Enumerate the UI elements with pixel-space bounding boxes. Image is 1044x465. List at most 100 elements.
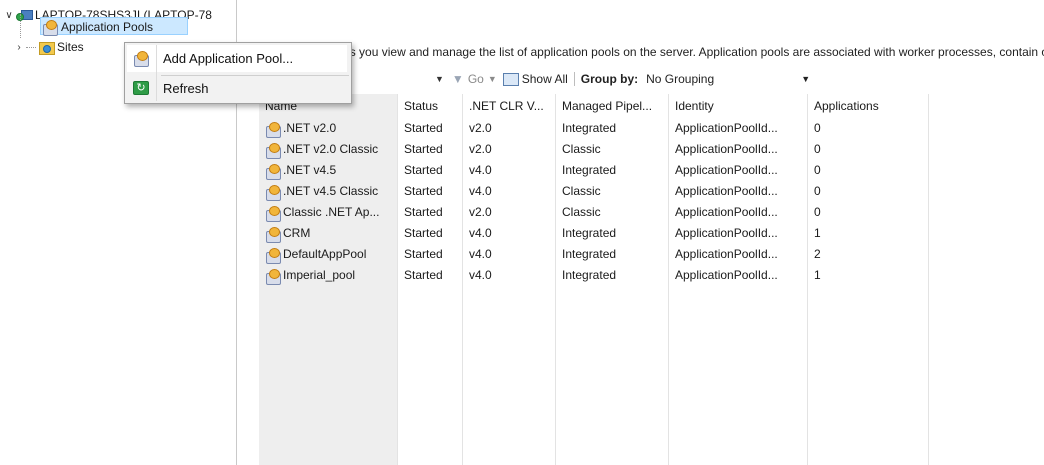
application-pool-icon — [265, 205, 281, 222]
cell-status: Started — [404, 268, 443, 282]
cell-name: .NET v2.0 — [265, 118, 397, 139]
cell-identity: ApplicationPoolId... — [675, 184, 778, 198]
cell-managed-pipeline: Classic — [562, 205, 601, 219]
cell-applications: 0 — [814, 184, 821, 198]
application-pool-icon — [265, 247, 281, 264]
filter-funnel-icon: ▼ — [451, 72, 464, 86]
sites-icon — [38, 40, 55, 55]
cell-status: Started — [404, 142, 443, 156]
column-header-identity[interactable]: Identity — [675, 97, 807, 115]
cell-status: Started — [404, 247, 443, 261]
tree-connector-dots — [26, 46, 36, 48]
tree-node-application-pools[interactable]: Application Pools — [42, 18, 153, 36]
application-pool-icon — [265, 163, 281, 180]
menu-item-refresh[interactable]: ↻ Refresh — [125, 74, 351, 102]
cell-status: Started — [404, 121, 443, 135]
menu-item-label-refresh: Refresh — [163, 80, 209, 96]
cell-managed-pipeline: Integrated — [562, 268, 617, 282]
go-button[interactable]: Go — [468, 72, 484, 86]
tree-node-sites[interactable]: › Sites — [14, 38, 84, 56]
application-pools-panel: This page lets you view and manage the l… — [237, 0, 1044, 465]
cell-identity: ApplicationPoolId... — [675, 163, 778, 177]
cell-applications: 0 — [814, 163, 821, 177]
cell-clr-version: v2.0 — [469, 121, 492, 135]
cell-identity: ApplicationPoolId... — [675, 121, 778, 135]
application-pool-icon — [265, 226, 281, 243]
page-description: This page lets you view and manage the l… — [281, 45, 1044, 59]
cell-name: .NET v4.5 — [265, 160, 397, 181]
cell-applications: 2 — [814, 247, 821, 261]
cell-status: Started — [404, 226, 443, 240]
application-pools-table: Name Status .NET CLR V... Managed Pipel.… — [259, 94, 1044, 465]
cell-applications: 0 — [814, 142, 821, 156]
column-header-managed-pipeline[interactable]: Managed Pipel... — [562, 97, 668, 115]
cell-name: CRM — [265, 223, 397, 244]
tree-connector — [20, 14, 35, 38]
cell-identity: ApplicationPoolId... — [675, 142, 778, 156]
cell-name-text: .NET v4.5 Classic — [283, 184, 379, 198]
cell-name: Classic .NET Ap... — [265, 202, 397, 223]
cell-applications: 1 — [814, 268, 821, 282]
chevron-down-icon: ▼ — [801, 74, 811, 84]
filter-dropdown-arrow-icon[interactable]: ▼ — [435, 74, 444, 84]
cell-applications: 0 — [814, 205, 821, 219]
application-pool-icon — [265, 184, 281, 201]
application-pool-icon — [265, 268, 281, 285]
cell-clr-version: v4.0 — [469, 247, 492, 261]
column-header-status[interactable]: Status — [404, 97, 462, 115]
cell-status: Started — [404, 163, 443, 177]
refresh-icon: ↻ — [133, 81, 149, 95]
cell-status: Started — [404, 184, 443, 198]
cell-identity: ApplicationPoolId... — [675, 268, 778, 282]
cell-clr-version: v4.0 — [469, 163, 492, 177]
column-header-applications[interactable]: Applications — [814, 97, 928, 115]
cell-name-text: CRM — [283, 226, 311, 240]
cell-managed-pipeline: Classic — [562, 142, 601, 156]
cell-name: Imperial_pool — [265, 265, 397, 286]
cell-name-text: .NET v2.0 — [283, 121, 337, 135]
filter-toolbar: ▼ ▼ Go ▼ Show All Group by: No Grouping … — [259, 68, 1044, 90]
cell-name-text: Imperial_pool — [283, 268, 356, 282]
tree-label-sites: Sites — [57, 40, 84, 54]
cell-name: .NET v2.0 Classic — [265, 139, 397, 160]
group-by-select[interactable]: No Grouping ▼ — [644, 70, 816, 88]
column-header-clr-version[interactable]: .NET CLR V... — [469, 97, 555, 115]
cell-identity: ApplicationPoolId... — [675, 247, 778, 261]
add-application-pool-icon — [133, 50, 149, 67]
expand-chevron-icon[interactable]: › — [14, 42, 24, 53]
cell-clr-version: v2.0 — [469, 205, 492, 219]
cell-managed-pipeline: Classic — [562, 184, 601, 198]
cell-managed-pipeline: Integrated — [562, 247, 617, 261]
tree-label-application-pools: Application Pools — [61, 20, 154, 34]
menu-item-label-add: Add Application Pool... — [163, 50, 294, 66]
cell-managed-pipeline: Integrated — [562, 163, 617, 177]
cell-name: .NET v4.5 Classic — [265, 181, 397, 202]
toolbar-separator — [573, 72, 575, 86]
show-all-icon — [502, 72, 519, 86]
context-menu: Add Application Pool... ↻ Refresh — [124, 42, 352, 104]
application-pool-icon — [42, 19, 58, 36]
show-all-label: Show All — [521, 72, 568, 86]
cell-clr-version: v2.0 — [469, 142, 492, 156]
cell-managed-pipeline: Integrated — [562, 226, 617, 240]
cell-identity: ApplicationPoolId... — [675, 226, 778, 240]
cell-name-text: DefaultAppPool — [283, 247, 367, 261]
cell-clr-version: v4.0 — [469, 268, 492, 282]
cell-identity: ApplicationPoolId... — [675, 205, 778, 219]
cell-applications: 1 — [814, 226, 821, 240]
go-dropdown-icon[interactable]: ▼ — [488, 74, 497, 84]
cell-clr-version: v4.0 — [469, 226, 492, 240]
cell-managed-pipeline: Integrated — [562, 121, 617, 135]
collapse-chevron-icon[interactable]: ∨ — [4, 10, 14, 21]
menu-item-add-application-pool[interactable]: Add Application Pool... — [125, 44, 351, 72]
cell-name-text: .NET v4.5 — [283, 163, 337, 177]
description-container: This page lets you view and manage the l… — [259, 22, 1044, 60]
cell-name: DefaultAppPool — [265, 244, 397, 265]
group-by-label: Group by: — [580, 72, 639, 86]
cell-applications: 0 — [814, 121, 821, 135]
show-all-button[interactable]: Show All — [502, 72, 568, 86]
cell-status: Started — [404, 205, 443, 219]
application-pool-icon — [265, 121, 281, 138]
cell-name-text: .NET v2.0 Classic — [283, 142, 379, 156]
cell-clr-version: v4.0 — [469, 184, 492, 198]
